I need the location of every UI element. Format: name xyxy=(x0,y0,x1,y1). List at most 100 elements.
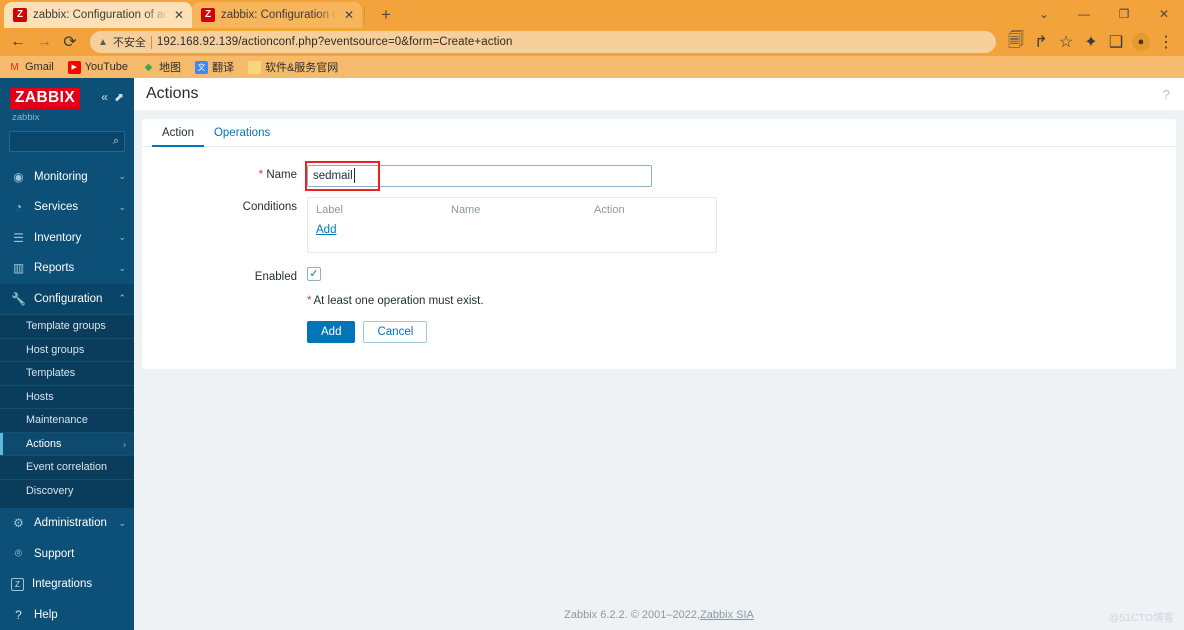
bookmark-youtube[interactable]: ▶ YouTube xyxy=(67,60,128,74)
sidebar-item-inventory[interactable]: ☰ Inventory ⌄ xyxy=(0,223,134,254)
tab-action[interactable]: Action xyxy=(152,119,204,147)
sidebar-username: zabbix xyxy=(12,111,40,123)
sidebar-item-integrations[interactable]: Z Integrations xyxy=(0,569,134,600)
conditions-label: Conditions xyxy=(242,201,297,213)
browser-tab-1[interactable]: Z zabbix: Configuration of action ✕ xyxy=(4,2,192,28)
search-box[interactable]: ⌕ xyxy=(9,130,125,152)
sidebar-item-label: Services xyxy=(34,201,79,214)
bookmark-label: 软件&服务官网 xyxy=(264,62,339,74)
sidebar-item-reports[interactable]: ▥ Reports ⌄ xyxy=(0,253,134,284)
address-bar[interactable]: ▲ 不安全 192.168.92.139/actionconf.php?even… xyxy=(90,31,996,53)
bookmark-folder[interactable]: ▯ 软件&服务官网 xyxy=(247,59,339,75)
zabbix-sia-link[interactable]: Zabbix SIA xyxy=(700,609,754,621)
tab-operations[interactable]: Operations xyxy=(204,119,280,146)
name-label-text: Name xyxy=(266,169,297,181)
submenu-label: Template groups xyxy=(26,320,106,333)
column-header-label: Label xyxy=(316,204,343,216)
tab-title: zabbix: Configuration of items xyxy=(221,9,338,21)
close-icon[interactable]: ✕ xyxy=(344,9,354,21)
add-condition-link[interactable]: Add xyxy=(316,224,336,236)
question-icon: ? xyxy=(15,607,22,622)
conditions-row: Conditions Label Name Action Add xyxy=(142,197,1176,253)
sidebar-item-hosts[interactable]: Hosts xyxy=(0,384,134,409)
sidebar-item-actions[interactable]: Actions › xyxy=(0,431,134,455)
enabled-checkbox[interactable]: ✓ xyxy=(307,267,321,281)
card-wrapper: Action Operations * Name sedmail Conditi… xyxy=(134,110,1184,600)
name-row: * Name xyxy=(142,161,1176,191)
name-input-holder xyxy=(305,161,652,191)
action-form-card: Action Operations * Name sedmail Conditi… xyxy=(142,119,1176,369)
conditions-field-wrap: Label Name Action Add xyxy=(307,197,1176,253)
sidebar-item-discovery[interactable]: Discovery xyxy=(0,478,134,503)
browser-window: Z zabbix: Configuration of action ✕ Z za… xyxy=(0,0,1184,630)
submenu-label: Event correlation xyxy=(26,461,108,474)
side-panel-icon[interactable]: ❑ xyxy=(1104,30,1128,54)
sidebar-item-label: Monitoring xyxy=(34,170,88,183)
sidebar-item-label: Configuration xyxy=(34,292,103,305)
stopwatch-icon: ◔ xyxy=(14,200,23,215)
three-dot-menu-icon[interactable]: ⋮ xyxy=(1154,30,1178,54)
avatar[interactable]: ● xyxy=(1129,30,1153,54)
hint-text: At least one operation must exist. xyxy=(313,295,484,307)
forward-arrow-icon[interactable]: → xyxy=(32,30,56,54)
browser-tab-2[interactable]: Z zabbix: Configuration of items ✕ xyxy=(192,2,362,28)
enabled-field-wrap: ✓ xyxy=(307,267,1176,281)
reload-icon[interactable]: ⟳ xyxy=(58,30,82,54)
sidebar-item-template-groups[interactable]: Template groups xyxy=(0,314,134,338)
new-tab-button[interactable]: + xyxy=(373,2,399,28)
bookmark-gmail[interactable]: M Gmail xyxy=(8,61,53,74)
maximize-button[interactable]: ❐ xyxy=(1104,0,1144,28)
close-icon[interactable]: ✕ xyxy=(174,9,184,21)
bookmark-label: 翻译 xyxy=(211,62,234,74)
search-input[interactable] xyxy=(15,135,113,147)
question-mark-icon[interactable]: ? xyxy=(1163,87,1170,102)
sidebar-item-administration[interactable]: ⚙ Administration ⌄ xyxy=(0,508,134,539)
youtube-icon: ▶ xyxy=(67,60,81,74)
bookmark-translate[interactable]: 文 翻译 xyxy=(194,59,234,75)
operation-hint: * At least one operation must exist. xyxy=(307,295,1176,307)
chevron-down-icon: ⌄ xyxy=(118,262,126,273)
name-input[interactable] xyxy=(307,165,652,187)
cancel-button[interactable]: Cancel xyxy=(363,321,428,343)
sidebar-item-services[interactable]: ◔ Services ⌄ xyxy=(0,192,134,223)
list-icon: ☰ xyxy=(13,230,24,245)
maps-icon: ◆ xyxy=(144,61,153,73)
sidebar-item-monitoring[interactable]: ◉ Monitoring ⌄ xyxy=(0,162,134,193)
page-header: Actions ? xyxy=(134,78,1184,110)
tab-search-chevron-down-icon[interactable]: ⌄ xyxy=(1024,0,1064,28)
footer-text: Zabbix 6.2.2. © 2001–2022, xyxy=(564,609,701,621)
chevron-down-icon: ⌄ xyxy=(118,201,126,212)
bookmark-maps[interactable]: ◆ 地图 xyxy=(142,59,181,75)
sidebar-item-help[interactable]: ? Help xyxy=(0,600,134,630)
headset-icon: ⌾ xyxy=(14,546,23,561)
sidebar-item-event-correlation[interactable]: Event correlation xyxy=(0,455,134,479)
not-secure-warning-icon: ▲ xyxy=(98,36,108,48)
minimize-button[interactable]: — xyxy=(1064,0,1104,28)
submenu-label: Host groups xyxy=(26,343,85,356)
sidebar-item-host-groups[interactable]: Host groups xyxy=(0,337,134,362)
search-icon[interactable]: ⌕ xyxy=(113,135,119,148)
sidebar-item-maintenance[interactable]: Maintenance xyxy=(0,408,134,432)
sidebar-item-label: Integrations xyxy=(32,578,93,591)
gear-icon: ⚙ xyxy=(13,516,24,531)
conditions-table-header: Label Name Action xyxy=(316,204,708,220)
add-button[interactable]: Add xyxy=(307,321,356,343)
star-icon[interactable]: ☆ xyxy=(1054,30,1078,54)
bookmarks-bar: M Gmail ▶ YouTube ◆ 地图 文 翻译 ▯ 软件&服务官网 xyxy=(0,56,1184,78)
back-arrow-icon[interactable]: ← xyxy=(6,30,30,54)
zabbix-logo[interactable]: ZABBIX xyxy=(10,88,81,109)
main-content: Actions ? Action Operations * Name sedma… xyxy=(134,78,1184,630)
collapse-sidebar-icon[interactable]: ⬈ xyxy=(114,91,124,103)
sidebar-item-templates[interactable]: Templates xyxy=(0,361,134,385)
sidebar-item-support[interactable]: ⌾ Support xyxy=(0,539,134,570)
sidebar-item-configuration[interactable]: 🔧 Configuration ⌃ xyxy=(0,283,134,314)
watermark: @51CTO博客 xyxy=(1108,612,1174,624)
sidebar-item-label: Help xyxy=(34,608,58,621)
close-window-button[interactable]: ✕ xyxy=(1144,0,1184,28)
share-icon[interactable]: ↱ xyxy=(1029,30,1053,54)
chevron-up-icon: ⌃ xyxy=(118,293,126,304)
chevron-down-icon: ⌄ xyxy=(118,171,126,182)
translate-icon[interactable]: 🗐 xyxy=(1004,30,1028,54)
puzzle-icon[interactable]: ✦ xyxy=(1079,30,1103,54)
double-chevron-left-icon[interactable]: « xyxy=(101,91,108,103)
